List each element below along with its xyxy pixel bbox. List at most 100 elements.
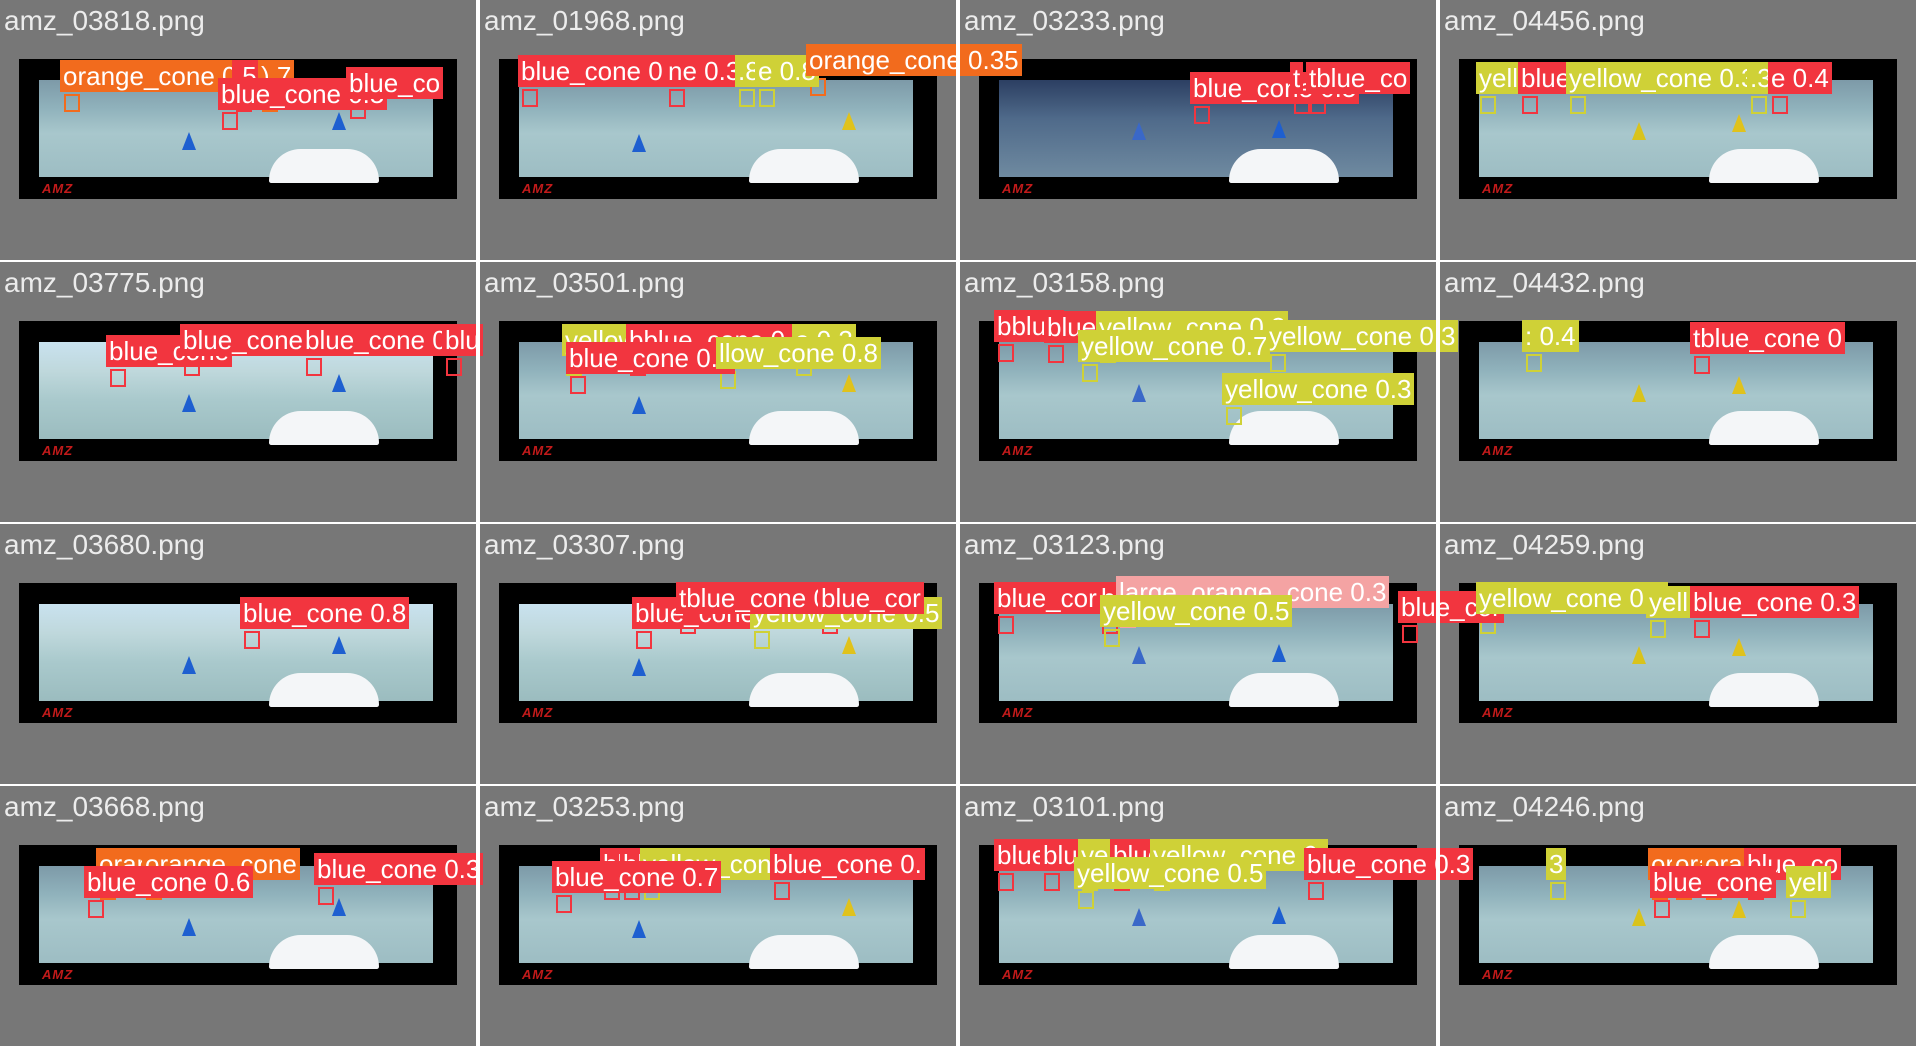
vehicle-nose <box>749 411 859 445</box>
detection-label: llow_cone 0.8 <box>716 337 881 369</box>
detection-box <box>64 94 80 112</box>
detection-box <box>88 900 104 918</box>
vehicle-nose <box>1709 411 1819 445</box>
camera-image <box>519 80 913 183</box>
detection-label: blue_cone 0. <box>302 324 457 356</box>
mosaic-tile: amz_03501.pngAMZyellowbblue_cone 0.3e 0.… <box>480 262 956 522</box>
detection-box <box>1048 345 1064 363</box>
detection-label: blue_cor <box>994 582 1100 614</box>
detection-label: yellow_cone 0.5 <box>1074 857 1267 889</box>
detection-box <box>1654 900 1670 918</box>
detection-box <box>1790 900 1806 918</box>
detection-box <box>774 882 790 900</box>
detection-box <box>1570 96 1586 114</box>
detection-box <box>306 358 322 376</box>
detection-label: blue_cone 0.3 <box>518 55 688 87</box>
vehicle-nose <box>1709 149 1819 183</box>
tile-filename: amz_01968.png <box>484 5 685 36</box>
detection-box <box>110 369 126 387</box>
amz-logo: AMZ <box>522 705 554 720</box>
mosaic-tile: amz_04246.png AMZ 3 or ora orar blue_co blue_co… <box>1440 786 1916 1046</box>
mosaic-tile: amz_03668.png AMZ orar orange_cone blue_cone… <box>0 786 484 1046</box>
detection-label: blue_cone 0.3 <box>1304 848 1474 880</box>
tile-filename: amz_04259.png <box>1444 529 1645 560</box>
mosaic-tile: amz_03101.png AMZ blue blue yel blue yellow_co… <box>960 786 1474 1046</box>
camera-image <box>1479 604 1873 707</box>
tile-filename: amz_03101.png <box>964 791 1165 822</box>
detection-mosaic: amz_03818.png AMZ orange_cone 0.4.5).7 blue… <box>0 0 1920 1048</box>
mosaic-tile: amz_03818.png AMZ orange_cone 0.4.5).7 blue… <box>0 0 476 260</box>
vehicle-nose <box>269 411 379 445</box>
detection-box <box>636 631 652 649</box>
tile-divider <box>1436 0 1440 1048</box>
vehicle-nose <box>269 149 379 183</box>
tile-filename: amz_03158.png <box>964 267 1165 298</box>
amz-logo: AMZ <box>1002 443 1034 458</box>
detection-label: blue_cone 0.5 <box>566 342 736 374</box>
amz-logo: AMZ <box>42 705 74 720</box>
detection-box <box>244 631 260 649</box>
mosaic-tile: amz_03233.png AMZ blue_cone 0.5 t tblue_co <box>960 0 1436 260</box>
detection-box <box>754 631 770 649</box>
tile-filename: amz_03307.png <box>484 529 685 560</box>
detection-box <box>1694 356 1710 374</box>
detection-box <box>1480 96 1496 114</box>
detection-label: blue_cone 0.8 <box>240 597 410 629</box>
detection-box <box>998 873 1014 891</box>
detection-label: blue_cone 0. <box>770 848 925 880</box>
detection-label: yellow_cone 0.5 <box>1100 595 1293 627</box>
detection-box <box>570 376 586 394</box>
vehicle-nose <box>1229 935 1339 969</box>
mosaic-tile: amz_03775.png AMZ blue_cone blue_cone (blue… <box>0 262 483 522</box>
detection-label: e 0.4 <box>1768 62 1832 94</box>
mosaic-tile: amz_04432.png AMZ: 0.4 tblue_cone 0 <box>1440 262 1916 522</box>
tile-divider <box>0 522 1920 524</box>
detection-label: yellow_cone 0.7 <box>1078 330 1271 362</box>
mosaic-tile: amz_03158.png AMZ bblue blue_ yellow_cone 0.… <box>960 262 1459 522</box>
mosaic-tile: amz_01968.png AMZ blue_cone 0.3 ne 0.3.8 e 0… <box>480 0 1022 260</box>
tile-divider <box>0 784 1920 786</box>
tile-filename: amz_03501.png <box>484 267 685 298</box>
detection-box <box>1694 620 1710 638</box>
amz-logo: AMZ <box>1482 181 1514 196</box>
detection-label: blue_cone ( <box>180 324 322 356</box>
amz-logo: AMZ <box>1002 705 1034 720</box>
tile-filename: amz_03680.png <box>4 529 205 560</box>
detection-box <box>318 887 334 905</box>
tile-filename: amz_04456.png <box>1444 5 1645 36</box>
detection-box <box>556 895 572 913</box>
detection-label: blue_cone 0.7 <box>552 861 722 893</box>
detection-label: tblue_cone 0 <box>1690 322 1845 354</box>
detection-box <box>1082 364 1098 382</box>
detection-label: blue_cone 0.3 <box>314 853 484 885</box>
amz-logo: AMZ <box>1482 705 1514 720</box>
detection-box <box>1526 354 1542 372</box>
tile-divider <box>0 260 1920 262</box>
tile-filename: amz_03233.png <box>964 5 1165 36</box>
detection-label: 3 <box>1546 848 1567 880</box>
tile-filename: amz_03775.png <box>4 267 205 298</box>
detection-label: blue_cone <box>1650 866 1776 898</box>
detection-label: yellow_cone 0.3 <box>1566 62 1759 94</box>
tile-filename: amz_03818.png <box>4 5 205 36</box>
mosaic-tile: amz_03307.pngAMZblue_coneyellow_cone 0.5… <box>480 524 956 784</box>
amz-logo: AMZ <box>42 967 74 982</box>
vehicle-nose <box>1229 149 1339 183</box>
vehicle-nose <box>269 673 379 707</box>
detection-label: blue <box>1518 62 1574 94</box>
detection-label: ne 0.3 <box>665 55 744 87</box>
detection-label: t <box>1290 62 1304 94</box>
vehicle-nose <box>1229 673 1339 707</box>
detection-box <box>1270 354 1286 372</box>
vehicle-nose <box>749 935 859 969</box>
detection-box <box>1650 620 1666 638</box>
mosaic-tile: amz_03253.pngAMZblblyellow_coneblue_cone… <box>480 786 956 1046</box>
mosaic-tile: amz_03680.png AMZ blue_cone 0.8 <box>0 524 476 784</box>
detection-box <box>1751 96 1767 114</box>
vehicle-nose <box>1709 673 1819 707</box>
amz-logo: AMZ <box>522 443 554 458</box>
amz-logo: AMZ <box>1482 443 1514 458</box>
detection-box <box>1772 96 1788 114</box>
detection-label: : 0.4 <box>1522 320 1579 352</box>
detection-box <box>669 89 685 107</box>
